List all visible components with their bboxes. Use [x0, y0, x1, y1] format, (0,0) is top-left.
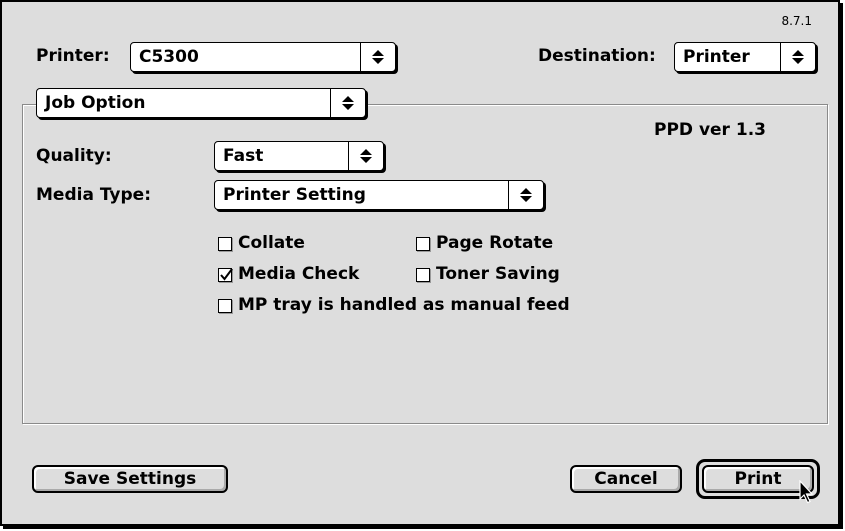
print-button[interactable]: Print	[702, 465, 814, 493]
media-check-checkbox[interactable]	[218, 268, 233, 282]
destination-popup[interactable]: Printer	[674, 42, 816, 72]
destination-value: Printer	[683, 47, 750, 67]
mp-tray-label: MP tray is handled as manual feed	[238, 295, 570, 315]
media-type-label: Media Type:	[36, 185, 151, 205]
up-down-arrows-icon	[360, 43, 395, 71]
toner-saving-label: Toner Saving	[436, 264, 560, 284]
panel-value: Job Option	[45, 93, 146, 113]
job-option-groupbox	[22, 104, 828, 424]
page-rotate-label: Page Rotate	[436, 233, 554, 253]
save-settings-button[interactable]: Save Settings	[32, 465, 228, 493]
printer-label: Printer:	[36, 46, 110, 66]
quality-popup[interactable]: Fast	[214, 141, 384, 171]
mouse-cursor-icon	[799, 480, 814, 504]
up-down-arrows-icon	[330, 89, 365, 117]
ppd-version-label: PPD ver 1.3	[654, 120, 766, 140]
up-down-arrows-icon	[348, 142, 383, 170]
media-type-popup[interactable]: Printer Setting	[214, 180, 544, 210]
media-check-label: Media Check	[238, 264, 360, 284]
print-dialog: 8.7.1 Printer: C5300 Destination: Printe…	[0, 0, 840, 526]
toner-saving-checkbox[interactable]	[416, 268, 430, 282]
media-type-value: Printer Setting	[223, 185, 366, 205]
version-label: 8.7.1	[781, 14, 812, 28]
cancel-button[interactable]: Cancel	[570, 465, 682, 493]
checkmark-icon	[220, 268, 233, 281]
destination-label: Destination:	[538, 46, 656, 66]
up-down-arrows-icon	[508, 181, 543, 209]
quality-value: Fast	[223, 146, 264, 166]
collate-label: Collate	[238, 233, 305, 253]
up-down-arrows-icon	[780, 43, 815, 71]
quality-label: Quality:	[36, 146, 112, 166]
panel-popup[interactable]: Job Option	[36, 88, 366, 118]
collate-checkbox[interactable]	[218, 237, 232, 251]
page-rotate-checkbox[interactable]	[416, 237, 430, 251]
printer-popup[interactable]: C5300	[130, 42, 396, 72]
printer-value: C5300	[139, 47, 199, 67]
mp-tray-checkbox[interactable]	[218, 299, 232, 313]
